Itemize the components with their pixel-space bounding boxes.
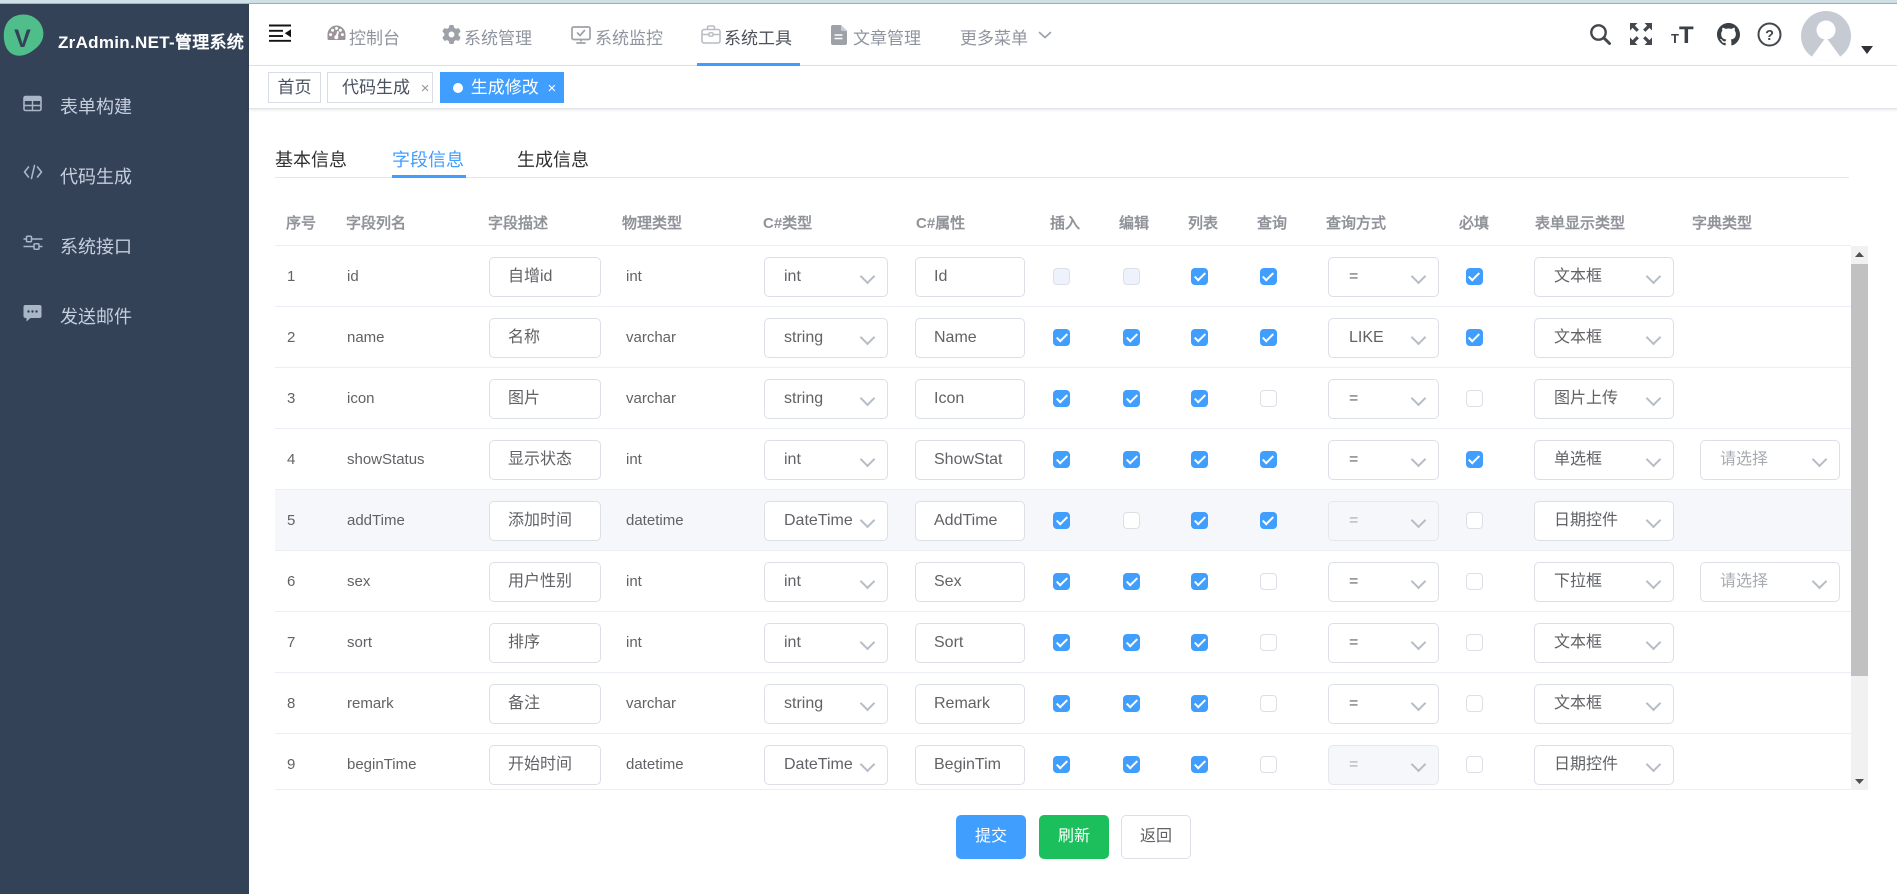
svg-text:?: ? (1765, 28, 1774, 44)
svg-text:V: V (14, 25, 31, 53)
